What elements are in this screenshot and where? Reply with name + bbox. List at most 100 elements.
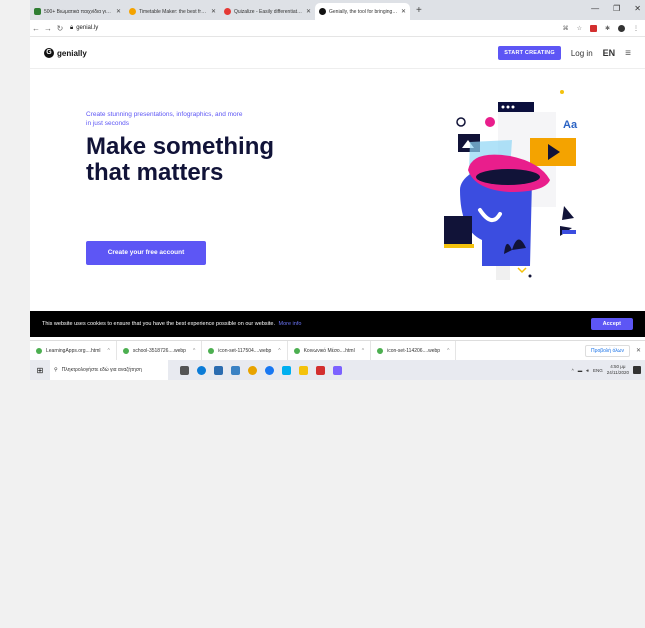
close-icon[interactable]: ✕ xyxy=(116,8,121,15)
close-icon[interactable]: ✕ xyxy=(211,8,216,15)
cookie-message: This website uses cookies to ensure that… xyxy=(42,321,301,327)
logo-text: genially xyxy=(57,48,87,58)
tab-favicon xyxy=(129,8,136,15)
task-view-icon[interactable] xyxy=(180,365,189,375)
mail-icon[interactable] xyxy=(231,365,240,375)
start-creating-button[interactable]: START CREATING xyxy=(498,46,561,60)
search-placeholder: Πληκτρολογήστε εδώ για αναζήτηση xyxy=(61,367,142,373)
tab-favicon xyxy=(224,8,231,15)
browser-window: 500+ Βιωματικά παιχνίδια για Mat... ✕ Ti… xyxy=(30,0,645,380)
chrome-file-icon xyxy=(293,347,300,354)
language-selector[interactable]: EN xyxy=(603,48,616,58)
volume-icon[interactable]: 🔊︎ xyxy=(586,368,589,373)
hero-title-line-1: Make something xyxy=(86,133,275,160)
tab-2[interactable]: Timetable Maker: the best free o... ✕ xyxy=(125,3,220,20)
hero-illustration: Aa xyxy=(444,90,580,280)
puzzle-icon[interactable]: ✱ xyxy=(605,25,610,32)
network-icon[interactable]: ▬ xyxy=(578,368,583,373)
download-filename: LearningApps.org....html xyxy=(46,347,101,354)
downloads-bar: LearningApps.org....html ^ school-351872… xyxy=(30,340,645,360)
tab-label: 500+ Βιωματικά παιχνίδια για Mat... xyxy=(44,8,113,15)
chrome-file-icon xyxy=(377,347,384,354)
chrome-icon[interactable] xyxy=(248,365,257,375)
accept-cookies-button[interactable]: Accept xyxy=(590,318,633,330)
login-link[interactable]: Log in xyxy=(571,49,593,58)
profile-icon[interactable] xyxy=(618,24,625,32)
chevron-up-icon[interactable]: ^ xyxy=(107,348,109,354)
tray-chevron-icon[interactable]: ^ xyxy=(572,368,574,373)
svg-text:Aa: Aa xyxy=(563,119,578,131)
facebook-icon[interactable] xyxy=(265,365,274,375)
site-header: G genially START CREATING Log in EN ≡ xyxy=(30,38,645,69)
close-icon[interactable]: ✕ xyxy=(306,8,311,15)
illustration-shapes: Aa xyxy=(444,90,580,280)
browser-actions: ⌘ ☆ ✱ ⋮ xyxy=(563,24,645,32)
chevron-up-icon[interactable]: ^ xyxy=(278,348,280,354)
more-info-link[interactable]: More info xyxy=(279,321,302,327)
skype-icon[interactable] xyxy=(282,365,291,375)
tab-3[interactable]: Quizalize - Easily differentiate an... ✕ xyxy=(220,3,315,20)
taskbar-search[interactable]: ⚲ Πληκτρολογήστε εδώ για αναζήτηση xyxy=(50,360,168,380)
genially-logo[interactable]: G genially xyxy=(44,48,87,58)
cookie-text: This website uses cookies to ensure that… xyxy=(42,321,275,327)
tab-label: Quizalize - Easily differentiate an... xyxy=(234,8,303,15)
reload-icon[interactable]: ↻ xyxy=(54,24,66,33)
create-account-button[interactable]: Create your free account xyxy=(86,241,206,265)
download-item[interactable]: LearningApps.org....html ^ xyxy=(30,341,117,360)
app-icon[interactable] xyxy=(333,365,342,375)
url-field[interactable]: 🔒︎ genial.ly xyxy=(70,25,98,32)
close-icon[interactable]: ✕ xyxy=(401,8,406,15)
more-icon[interactable]: ⋮ xyxy=(633,25,639,32)
tab-label: Timetable Maker: the best free o... xyxy=(139,8,208,15)
tab-label: Genially, the tool for bringing yo... xyxy=(329,8,398,15)
logo-icon: G xyxy=(44,48,54,58)
chrome-file-icon xyxy=(36,347,42,354)
tab-1[interactable]: 500+ Βιωματικά παιχνίδια για Mat... ✕ xyxy=(30,3,125,20)
minimize-icon[interactable]: — xyxy=(591,4,599,13)
store-icon[interactable] xyxy=(214,365,223,375)
maximize-icon[interactable]: ❐ xyxy=(613,4,620,13)
windows-start-icon[interactable]: ⊞ xyxy=(30,366,50,375)
edge-icon[interactable] xyxy=(197,365,206,375)
clock-date: 24/11/2020 xyxy=(606,370,629,375)
taskbar-apps xyxy=(180,365,342,375)
hero-title-line-2: that matters xyxy=(86,159,224,186)
close-window-icon[interactable]: ✕ xyxy=(634,4,641,13)
tab-favicon xyxy=(34,8,41,15)
extension-icon[interactable] xyxy=(589,24,597,32)
address-bar: ← → ↻ 🔒︎ genial.ly ⌘ ☆ ✱ ⋮ xyxy=(30,20,645,37)
tab-4[interactable]: Genially, the tool for bringing yo... ✕ xyxy=(315,3,410,20)
chevron-up-icon[interactable]: ^ xyxy=(447,348,449,354)
download-item[interactable]: icon-set-117504....webp ^ xyxy=(202,341,288,360)
tab-strip: 500+ Βιωματικά παιχνίδια για Mat... ✕ Ti… xyxy=(30,0,645,20)
forward-icon[interactable]: → xyxy=(42,24,54,33)
hamburger-menu-icon[interactable]: ≡ xyxy=(625,48,631,59)
cookie-banner: This website uses cookies to ensure that… xyxy=(30,311,645,337)
tray-language[interactable]: ENG xyxy=(593,368,603,373)
download-filename: icon-set-117504....webp xyxy=(218,347,272,354)
show-all-button[interactable]: Προβολή όλων xyxy=(584,344,630,357)
hero-subtitle: Create stunning presentations, infograph… xyxy=(86,111,243,127)
lock-icon: 🔒︎ xyxy=(70,24,74,31)
download-filename: Κοινωνικό Μέσο....html xyxy=(303,347,355,354)
chevron-up-icon[interactable]: ^ xyxy=(193,348,195,354)
clock[interactable]: 4:50 μμ 24/11/2020 xyxy=(607,364,629,376)
star-icon[interactable]: ☆ xyxy=(577,25,582,32)
download-filename: icon-set-114206....webp xyxy=(387,347,441,354)
system-tray: ^ ▬ 🔊︎ ENG 4:50 μμ 24/11/2020 xyxy=(572,364,645,376)
close-icon[interactable]: ✕ xyxy=(636,347,641,354)
translate-icon[interactable]: ⌘ xyxy=(563,25,569,32)
new-tab-button[interactable]: + xyxy=(410,3,428,20)
acrobat-icon[interactable] xyxy=(316,365,325,375)
windows-taskbar: ⊞ ⚲ Πληκτρολογήστε εδώ για αναζήτηση ^ ▬… xyxy=(30,360,645,380)
window-controls: — ❐ ✕ xyxy=(591,4,641,13)
folder-icon[interactable] xyxy=(299,365,308,375)
notification-icon[interactable] xyxy=(633,366,641,374)
chevron-up-icon[interactable]: ^ xyxy=(362,348,364,354)
download-item[interactable]: Κοινωνικό Μέσο....html ^ xyxy=(288,341,372,360)
download-item[interactable]: school-3518726....webp ^ xyxy=(117,341,203,360)
download-item[interactable]: icon-set-114206....webp ^ xyxy=(371,341,457,360)
tab-favicon xyxy=(319,8,326,15)
hero-title: Make something that matters xyxy=(86,134,274,186)
back-icon[interactable]: ← xyxy=(30,24,42,33)
